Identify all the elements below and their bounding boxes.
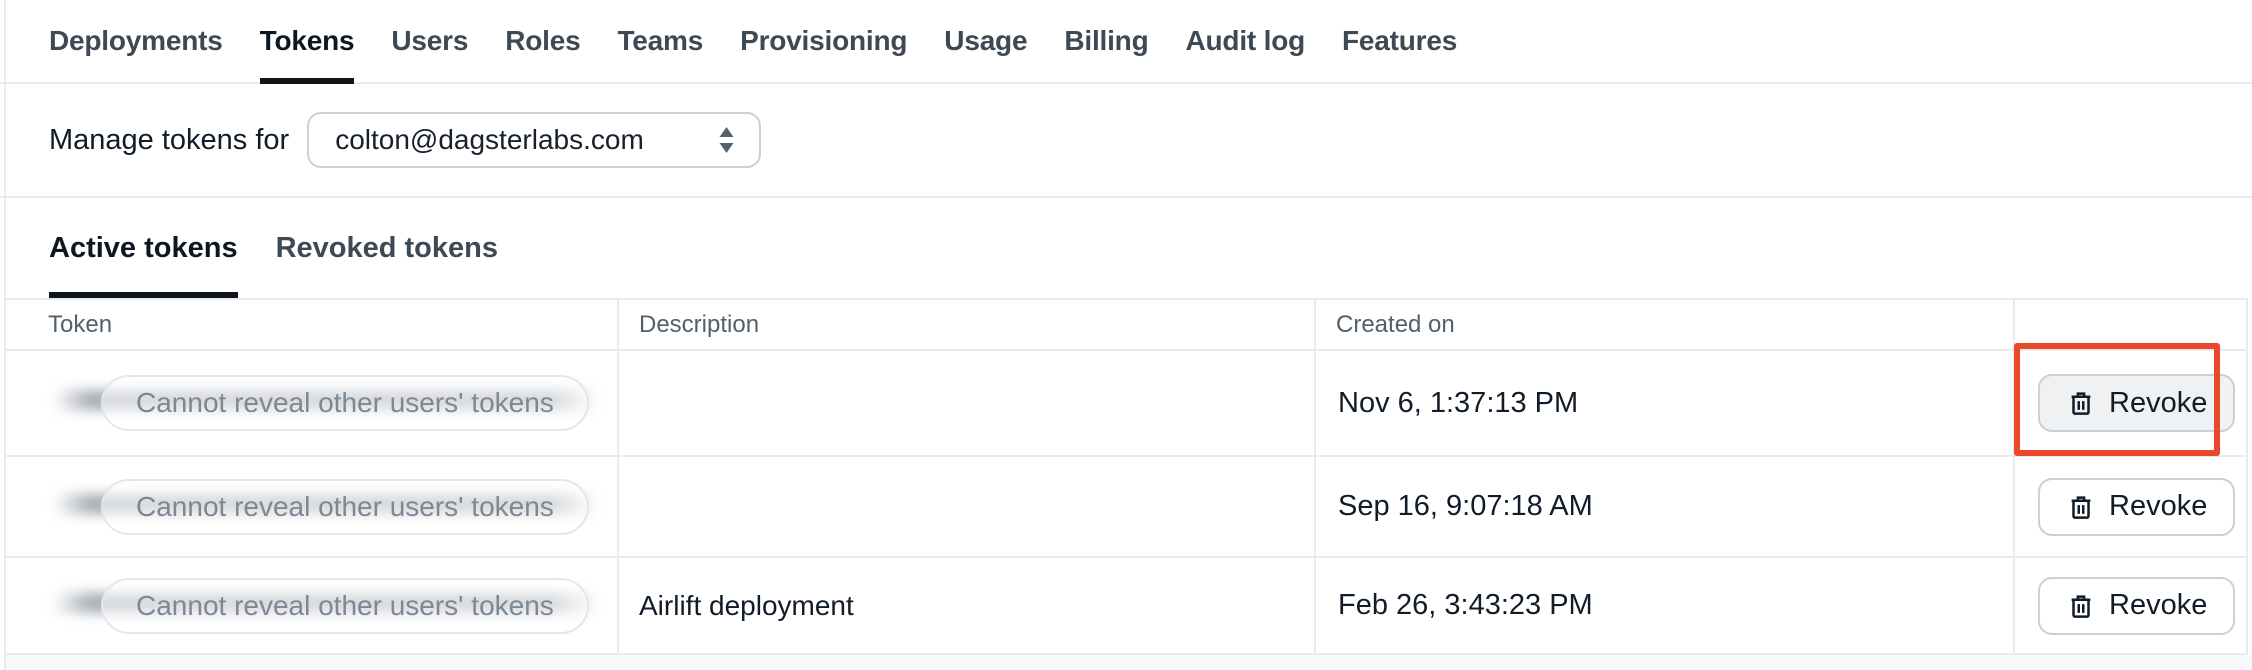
action-cell: Revoke	[2013, 457, 2246, 556]
subtab-active-tokens[interactable]: Active tokens	[49, 198, 238, 298]
masked-token-pill: Cannot reveal other users' tokens	[101, 478, 589, 535]
settings-tabbar: Deployments Tokens Users Roles Teams Pro…	[0, 0, 2252, 84]
subtab-revoked-tokens[interactable]: Revoked tokens	[276, 198, 498, 298]
tab-billing[interactable]: Billing	[1064, 0, 1148, 82]
user-select[interactable]: colton@dagsterlabs.com	[307, 112, 762, 168]
user-select-value: colton@dagsterlabs.com	[335, 124, 644, 155]
created-on-cell: Feb 26, 3:43:23 PM	[1314, 558, 2013, 653]
revoke-button[interactable]: Revoke	[2038, 374, 2236, 432]
table-row: Cannot reveal other users' tokens Airlif…	[4, 558, 2246, 655]
action-cell: Revoke	[2013, 351, 2246, 455]
tab-audit-log[interactable]: Audit log	[1186, 0, 1306, 82]
trash-icon	[2066, 492, 2096, 522]
revoke-button-label: Revoke	[2109, 589, 2208, 621]
tab-tokens[interactable]: Tokens	[259, 0, 355, 84]
masked-token-pill: Cannot reveal other users' tokens	[101, 577, 589, 634]
token-cell: Cannot reveal other users' tokens	[4, 558, 617, 653]
tab-provisioning[interactable]: Provisioning	[740, 0, 907, 82]
description-cell	[617, 351, 1314, 455]
column-header-token: Token	[48, 310, 113, 338]
tab-teams[interactable]: Teams	[617, 0, 703, 82]
table-header-row: Token Description Created on	[4, 300, 2246, 351]
tokens-table: Token Description Created on Cannot reve…	[4, 298, 2248, 655]
page-background-below-table	[4, 655, 2252, 670]
token-cell: Cannot reveal other users' tokens	[4, 351, 617, 455]
token-subtabs: Active tokens Revoked tokens	[0, 198, 2252, 298]
description-cell: Airlift deployment	[617, 558, 1314, 653]
revoke-button-label: Revoke	[2109, 490, 2208, 522]
table-row: Cannot reveal other users' tokens Nov 6,…	[4, 351, 2246, 457]
description-cell	[617, 457, 1314, 556]
settings-page: Deployments Tokens Users Roles Teams Pro…	[0, 0, 2252, 670]
manage-tokens-label: Manage tokens for	[49, 123, 290, 156]
manage-tokens-row: Manage tokens for colton@dagsterlabs.com	[0, 84, 2252, 198]
revoke-button[interactable]: Revoke	[2038, 477, 2236, 536]
column-header-description: Description	[617, 300, 1314, 349]
tab-features[interactable]: Features	[1342, 0, 1457, 82]
column-header-actions	[2013, 300, 2246, 349]
action-cell: Revoke	[2013, 558, 2246, 653]
trash-icon	[2066, 591, 2096, 621]
table-row: Cannot reveal other users' tokens Sep 16…	[4, 457, 2246, 558]
masked-token-pill: Cannot reveal other users' tokens	[101, 375, 589, 431]
double-caret-vertical-icon	[716, 122, 737, 158]
column-header-created-on: Created on	[1314, 300, 2013, 349]
revoke-button[interactable]: Revoke	[2038, 576, 2236, 635]
created-on-cell: Nov 6, 1:37:13 PM	[1314, 351, 2013, 455]
revoke-button-label: Revoke	[2109, 386, 2208, 419]
tab-deployments[interactable]: Deployments	[49, 0, 223, 82]
tab-roles[interactable]: Roles	[505, 0, 580, 82]
trash-icon	[2066, 388, 2096, 418]
tab-users[interactable]: Users	[391, 0, 468, 82]
token-cell: Cannot reveal other users' tokens	[4, 457, 617, 556]
tab-usage[interactable]: Usage	[944, 0, 1027, 82]
created-on-cell: Sep 16, 9:07:18 AM	[1314, 457, 2013, 556]
